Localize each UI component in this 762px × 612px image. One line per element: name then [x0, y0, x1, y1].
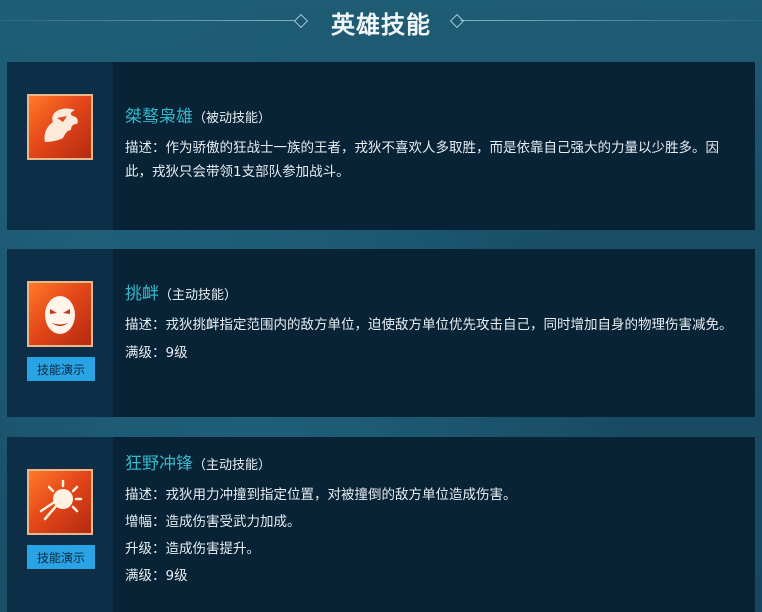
- skill-title: 桀骜枭雄（被动技能）: [125, 106, 741, 130]
- header-diamond-left: [293, 13, 309, 29]
- skill-max-level: 满级：9级: [125, 345, 188, 361]
- burst-icon: [27, 469, 93, 535]
- skill-type: （被动技能）: [193, 111, 272, 126]
- skill-boost: 增幅：造成伤害受武力加成。: [125, 514, 301, 530]
- beast-head-icon: [27, 94, 93, 160]
- mask-icon: [27, 281, 93, 347]
- header-divider-right: [460, 20, 762, 21]
- skill-title: 狂野冲锋（主动技能）: [125, 453, 741, 477]
- skill-card-taunt: 技能演示 挑衅（主动技能） 描述：戎狄挑衅指定范围内的敌方单位，迫使敌方单位优先…: [7, 249, 755, 417]
- skill-demo-button[interactable]: 技能演示: [27, 357, 95, 381]
- skill-demo-button[interactable]: 技能演示: [27, 545, 95, 569]
- skill-card-passive: 桀骜枭雄（被动技能） 描述：作为骄傲的狂战士一族的王者，戎狄不喜欢人多取胜，而是…: [7, 62, 755, 230]
- skill-name: 桀骜枭雄: [125, 107, 193, 127]
- section-header: 英雄技能: [0, 0, 762, 44]
- header-divider-left: [0, 20, 300, 21]
- skill-description: 描述：作为骄傲的狂战士一族的王者，戎狄不喜欢人多取胜，而是依靠自己强大的力量以少…: [125, 140, 719, 180]
- skill-type: （主动技能）: [193, 458, 272, 473]
- skill-description: 描述：戎狄用力冲撞到指定位置，对被撞倒的敌方单位造成伤害。: [125, 487, 517, 503]
- header-diamond-right: [449, 13, 465, 29]
- skill-max-level: 满级：9级: [125, 568, 188, 584]
- skill-description: 描述：戎狄挑衅指定范围内的敌方单位，迫使敌方单位优先攻击自己，同时增加自身的物理…: [125, 317, 733, 333]
- skill-type: （主动技能）: [159, 288, 238, 303]
- skill-title: 挑衅（主动技能）: [125, 283, 741, 307]
- skill-card-charge: 技能演示 狂野冲锋（主动技能） 描述：戎狄用力冲撞到指定位置，对被撞倒的敌方单位…: [7, 437, 755, 612]
- skill-name: 狂野冲锋: [125, 454, 193, 474]
- page-title: 英雄技能: [331, 10, 431, 39]
- skill-upgrade: 升级：造成伤害提升。: [125, 541, 260, 557]
- skill-name: 挑衅: [125, 284, 159, 304]
